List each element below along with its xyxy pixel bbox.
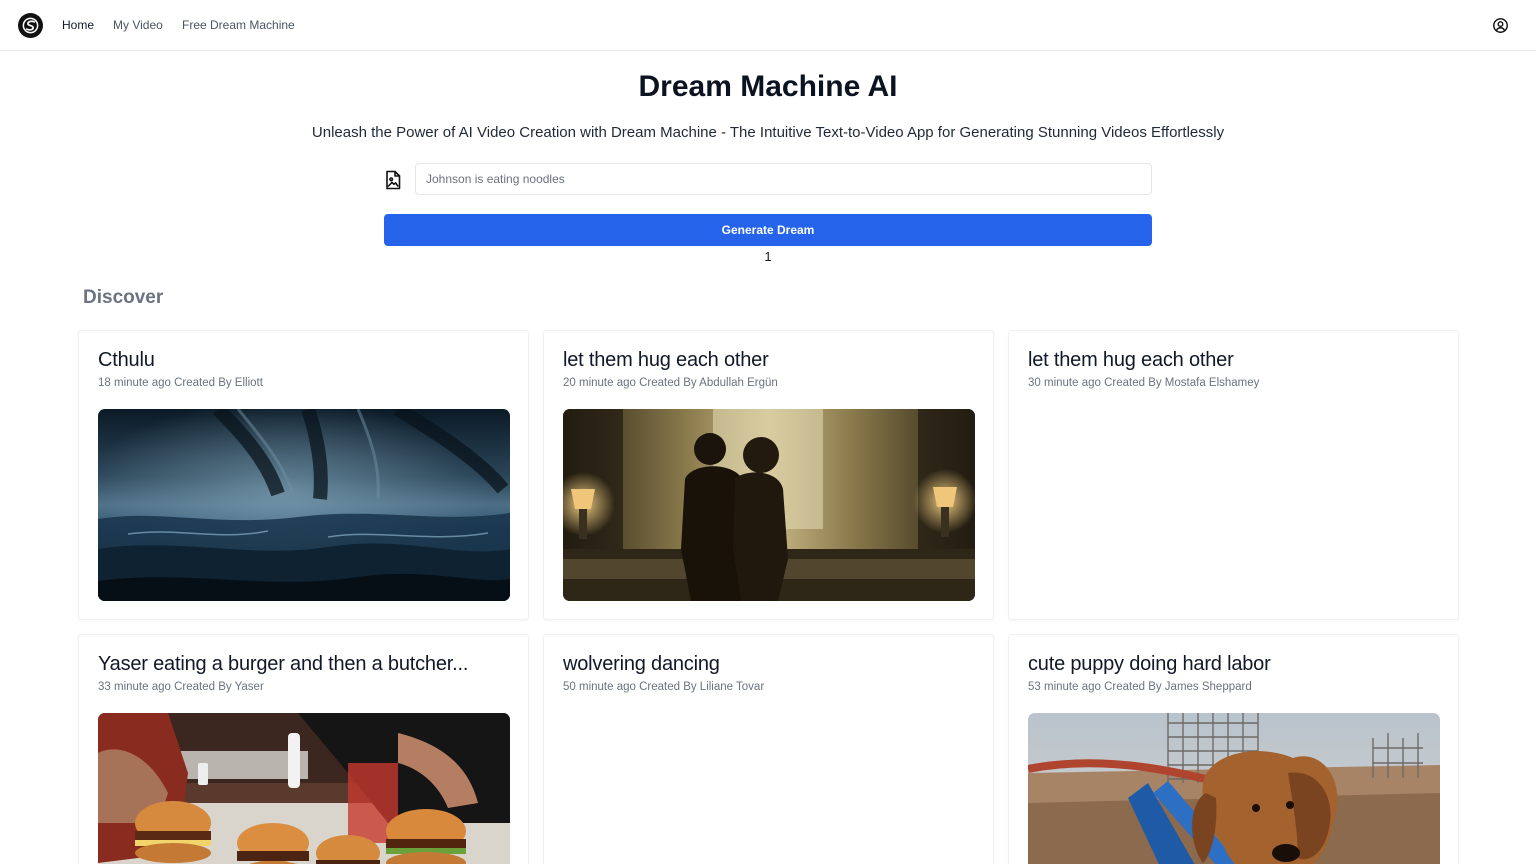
video-card[interactable]: cute puppy doing hard labor 53 minute ag… — [1008, 634, 1459, 864]
video-card[interactable]: let them hug each other 20 minute ago Cr… — [543, 330, 994, 620]
discover-heading: Discover — [83, 287, 164, 308]
video-card-meta: 18 minute ago Created By Elliott — [98, 377, 263, 389]
nav-my-video-link[interactable]: My Video — [113, 18, 163, 33]
video-card-meta: 20 minute ago Created By Abdullah Ergün — [563, 377, 778, 389]
user-circle-icon[interactable] — [1488, 13, 1513, 38]
burgers-video-thumbnail[interactable] — [98, 713, 510, 864]
video-card-title: wolvering dancing — [563, 653, 720, 675]
video-card-meta: 30 minute ago Created By Mostafa Elshame… — [1028, 377, 1260, 389]
file-image-icon[interactable] — [384, 170, 402, 190]
video-card[interactable]: Cthulu 18 minute ago Created By Elliott — [78, 330, 529, 620]
nav-home-link[interactable]: Home — [62, 18, 94, 33]
stormy-sea-video-thumbnail[interactable] — [98, 409, 510, 601]
generate-dream-button[interactable]: Generate Dream — [384, 214, 1152, 246]
video-card-title: cute puppy doing hard labor — [1028, 653, 1271, 675]
prompt-input[interactable] — [415, 163, 1152, 195]
video-card[interactable]: wolvering dancing 50 minute ago Created … — [543, 634, 994, 864]
swirl-logo-icon[interactable] — [18, 13, 43, 38]
page-title: Dream Machine AI — [638, 70, 898, 103]
nav-free-dream-machine-link[interactable]: Free Dream Machine — [182, 18, 295, 33]
video-card-title: let them hug each other — [1028, 349, 1234, 371]
video-card-title: let them hug each other — [563, 349, 769, 371]
generation-count: 1 — [764, 249, 772, 264]
video-card-meta: 33 minute ago Created By Yaser — [98, 681, 264, 693]
video-card-meta: 53 minute ago Created By James Sheppard — [1028, 681, 1252, 693]
video-card[interactable]: Yaser eating a burger and then a butcher… — [78, 634, 529, 864]
page-subtitle: Unleash the Power of AI Video Creation w… — [311, 124, 1225, 141]
top-navbar: Home My Video Free Dream Machine — [0, 0, 1536, 51]
video-card-meta: 50 minute ago Created By Liliane Tovar — [563, 681, 765, 693]
couple-embrace-video-thumbnail[interactable] — [563, 409, 975, 601]
video-card-title: Yaser eating a burger and then a butcher… — [98, 653, 469, 675]
puppy-construction-video-thumbnail[interactable] — [1028, 713, 1440, 864]
video-card[interactable]: let them hug each other 30 minute ago Cr… — [1008, 330, 1459, 620]
video-card-title: Cthulu — [98, 349, 155, 371]
